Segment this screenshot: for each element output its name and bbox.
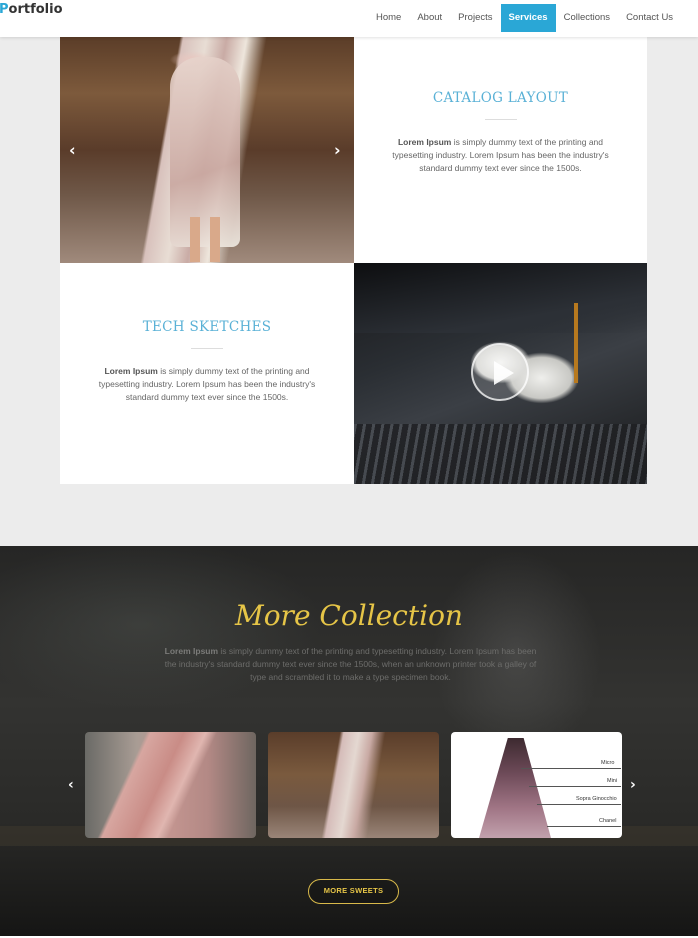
brand-initial: P — [0, 2, 9, 17]
nav-home[interactable]: Home — [368, 4, 409, 32]
sketch-label-mini: Mini — [607, 778, 618, 784]
sketches-title: TECH SKETCHES — [142, 319, 272, 335]
collection-thumb-sketch[interactable]: Micro Mini Sopra Ginocchio Chanel — [451, 732, 622, 838]
chevron-right-icon[interactable]: › — [334, 141, 341, 160]
collection-bold: Lorem Ipsum — [164, 646, 219, 656]
drip-grate — [354, 424, 647, 484]
nav-about[interactable]: About — [409, 4, 450, 32]
sketch-label-chanel: Chanel — [599, 818, 617, 824]
sketch-dress — [479, 738, 551, 838]
nav-collections[interactable]: Collections — [556, 4, 618, 32]
collection-title: More Collection — [235, 599, 463, 632]
more-collection-section: More Collection Lorem Ipsum is simply du… — [0, 546, 698, 938]
catalog-description: Lorem Ipsum is simply dummy text of the … — [354, 136, 647, 175]
sketch-line — [529, 786, 621, 787]
play-triangle — [494, 361, 514, 385]
collection-description: Lorem Ipsum is simply dummy text of the … — [158, 645, 543, 684]
collection-thumb-runway[interactable] — [85, 732, 256, 838]
sketch-line — [537, 804, 621, 805]
coffee-video[interactable] — [354, 263, 647, 484]
brand-logo[interactable]: Portfolio — [0, 2, 63, 17]
chevron-left-icon[interactable]: ‹ — [68, 777, 74, 793]
dress-photo-carousel: ‹ › — [60, 37, 354, 263]
main-nav: Home About Projects Services Collections… — [368, 4, 681, 32]
sketch-label-sopra: Sopra Ginocchio — [576, 796, 617, 802]
chevron-right-icon[interactable]: › — [630, 777, 636, 793]
more-sweets-button[interactable]: MORE SWEETS — [308, 879, 399, 904]
nav-contact[interactable]: Contact Us — [618, 4, 681, 32]
nav-services[interactable]: Services — [500, 4, 556, 32]
sketches-bold: Lorem Ipsum — [104, 366, 158, 376]
coffee-stream — [574, 303, 578, 383]
catalog-layout-card: CATALOG LAYOUT Lorem Ipsum is simply dum… — [354, 37, 647, 263]
tech-sketches-card: TECH SKETCHES Lorem Ipsum is simply dumm… — [60, 263, 354, 484]
title-divider — [484, 119, 517, 120]
dress-figure — [170, 57, 240, 247]
leg-right — [210, 217, 220, 262]
nav-projects[interactable]: Projects — [450, 4, 500, 32]
espresso-machine — [354, 263, 647, 333]
navbar: Portfolio Home About Projects Services C… — [0, 0, 698, 37]
sketch-line — [521, 768, 621, 769]
sketch-line — [547, 826, 621, 827]
catalog-title: CATALOG LAYOUT — [432, 90, 569, 106]
sketch-label-micro: Micro — [601, 760, 615, 766]
play-icon[interactable] — [471, 343, 529, 401]
chevron-left-icon[interactable]: ‹ — [69, 141, 76, 160]
collection-body: is simply dummy text of the printing and… — [164, 646, 537, 682]
collection-thumb-dress[interactable] — [268, 732, 439, 838]
catalog-bold: Lorem Ipsum — [397, 137, 452, 147]
services-grid: ‹ › CATALOG LAYOUT Lorem Ipsum is simply… — [60, 37, 647, 484]
title-divider — [191, 348, 223, 349]
brand-rest: ortfolio — [8, 2, 63, 17]
leg-left — [190, 217, 200, 262]
sketches-description: Lorem Ipsum is simply dummy text of the … — [60, 365, 354, 404]
